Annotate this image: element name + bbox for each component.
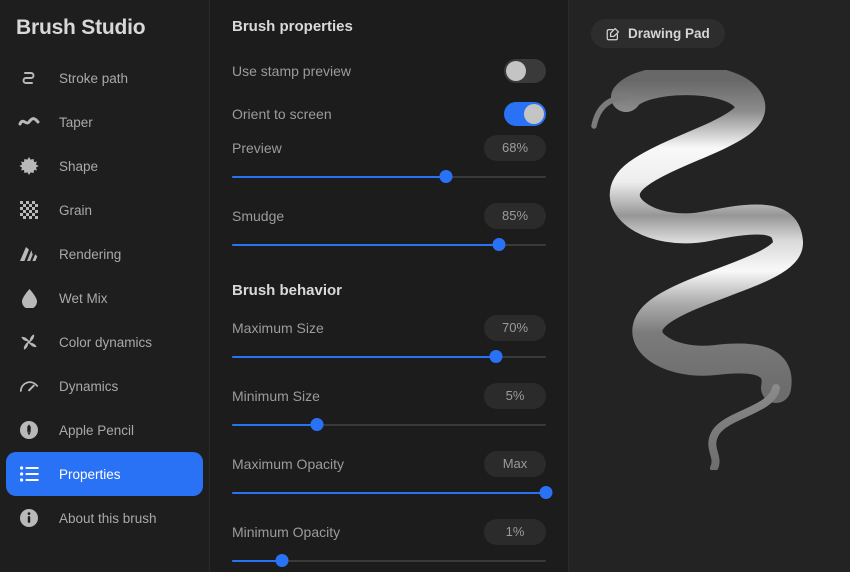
slider-knob[interactable] <box>439 170 453 183</box>
stroke-path-icon <box>18 67 40 89</box>
slider-block: Maximum Opacity Max <box>232 451 553 500</box>
grain-checker-icon <box>18 199 40 221</box>
slider-block: Minimum Size 5% <box>232 383 546 432</box>
slider-fill <box>232 244 499 246</box>
sidebar-item-shape[interactable]: Shape <box>6 144 203 188</box>
slider-track-preview[interactable] <box>232 170 546 184</box>
sidebar-item-taper[interactable]: Taper <box>6 100 203 144</box>
toggle-row: Use stamp preview <box>232 49 546 92</box>
slider-block: Smudge 85% <box>232 203 546 252</box>
sidebar-item-grain[interactable]: Grain <box>6 188 203 232</box>
slider-block: Preview 68% <box>232 135 546 184</box>
drawing-pad-button[interactable]: Drawing Pad <box>591 19 725 48</box>
brush-behavior-title: Brush behavior <box>232 282 343 299</box>
slider-knob[interactable] <box>489 350 503 363</box>
slider-header: Minimum Size 5% <box>232 383 546 409</box>
sidebar-item-label: Rendering <box>59 246 122 262</box>
slider-knob[interactable] <box>275 554 289 567</box>
sidebar-item-wet-mix[interactable]: Wet Mix <box>6 276 203 320</box>
drawing-pad-label: Drawing Pad <box>628 26 710 41</box>
gauge-icon <box>18 375 40 397</box>
toggle-knob <box>506 60 526 81</box>
sidebar-item-label: Stroke path <box>59 70 129 86</box>
color-dynamics-icon <box>18 331 40 353</box>
slider-block: Maximum Size 70% <box>232 315 546 364</box>
rendering-icon <box>18 243 40 265</box>
taper-wave-icon <box>18 111 40 133</box>
slider-track-minimum-opacity[interactable] <box>232 554 546 568</box>
brush-behavior-sliders: Maximum Size 70% Minimum Size 5% Maximum Opa… <box>232 315 553 568</box>
slider-header: Smudge 85% <box>232 203 546 229</box>
edit-square-icon <box>606 27 620 41</box>
slider-label: Minimum Opacity <box>232 524 341 540</box>
sidebar-item-label: Grain <box>59 202 93 218</box>
info-icon <box>18 507 40 529</box>
properties-panel: Brush properties Use stamp preview Orient… <box>210 0 569 572</box>
app-title: Brush Studio <box>16 16 146 39</box>
slider-knob[interactable] <box>539 486 553 499</box>
brush-preview-canvas[interactable] <box>569 70 850 572</box>
apple-pencil-icon <box>18 419 40 441</box>
sidebar: Brush Studio Stroke path Taper Shape Grain R… <box>0 0 210 572</box>
sidebar-item-label: Apple Pencil <box>59 422 135 438</box>
sidebar-item-stroke-path[interactable]: Stroke path <box>6 56 203 100</box>
shape-starburst-icon <box>18 155 40 177</box>
slider-value-pill: 68% <box>484 135 546 161</box>
preview-panel: Drawing Pad <box>569 0 850 572</box>
brush-stroke-preview <box>590 70 803 470</box>
sidebar-item-label: About this brush <box>59 510 157 526</box>
toggle-label: Use stamp preview <box>232 62 352 79</box>
slider-header: Minimum Opacity 1% <box>232 519 546 545</box>
slider-value-pill: Max <box>484 451 546 477</box>
sidebar-item-label: Wet Mix <box>59 290 108 306</box>
brush-properties-sliders: Preview 68% Smudge 85% <box>232 135 546 252</box>
slider-knob[interactable] <box>492 238 506 251</box>
slider-fill <box>232 560 283 562</box>
slider-value-pill: 1% <box>484 519 546 545</box>
sidebar-item-rendering[interactable]: Rendering <box>6 232 203 276</box>
sidebar-item-label: Properties <box>59 466 121 482</box>
toggle-switch-orient-to-screen[interactable] <box>504 101 546 126</box>
toggle-row: Orient to screen <box>232 92 546 135</box>
slider-block: Minimum Opacity 1% <box>232 519 546 568</box>
slider-knob[interactable] <box>310 418 324 431</box>
slider-header: Maximum Size 70% <box>232 315 546 341</box>
sidebar-item-properties[interactable]: Properties <box>6 452 203 496</box>
slider-track-minimum-size[interactable] <box>232 418 546 432</box>
slider-label: Preview <box>232 140 282 156</box>
toggle-knob <box>524 103 544 124</box>
slider-label: Maximum Opacity <box>232 456 345 472</box>
sidebar-item-about-this-brush[interactable]: About this brush <box>6 496 203 540</box>
slider-label: Smudge <box>232 208 285 224</box>
slider-label: Maximum Size <box>232 320 324 336</box>
droplet-icon <box>18 287 40 309</box>
brush-properties-title: Brush properties <box>232 18 353 35</box>
slider-header: Maximum Opacity Max <box>232 451 546 477</box>
slider-value-pill: 5% <box>484 383 546 409</box>
sidebar-nav: Stroke path Taper Shape Grain Rendering Wet M… <box>0 56 209 540</box>
toggle-label: Orient to screen <box>232 105 332 122</box>
slider-fill <box>232 492 546 494</box>
sidebar-item-color-dynamics[interactable]: Color dynamics <box>6 320 203 364</box>
sidebar-item-label: Shape <box>59 158 99 174</box>
slider-value-pill: 85% <box>484 203 546 229</box>
brush-studio-window: Brush Studio Stroke path Taper Shape Grain R… <box>0 0 850 572</box>
slider-label: Minimum Size <box>232 388 320 404</box>
slider-track-smudge[interactable] <box>232 238 546 252</box>
slider-header: Preview 68% <box>232 135 546 161</box>
slider-value-pill: 70% <box>484 315 546 341</box>
toggle-switch-use-stamp-preview[interactable] <box>504 58 546 83</box>
sidebar-item-label: Taper <box>59 114 93 130</box>
slider-fill <box>232 424 317 426</box>
list-icon <box>18 463 40 485</box>
sidebar-item-label: Color dynamics <box>59 334 153 350</box>
sidebar-item-apple-pencil[interactable]: Apple Pencil <box>6 408 203 452</box>
slider-fill <box>232 176 446 178</box>
brush-properties-toggles: Use stamp preview Orient to screen <box>232 49 546 135</box>
slider-track-maximum-size[interactable] <box>232 350 546 364</box>
slider-track-maximum-opacity[interactable] <box>232 486 553 500</box>
sidebar-item-label: Dynamics <box>59 378 119 394</box>
slider-fill <box>232 356 496 358</box>
sidebar-item-dynamics[interactable]: Dynamics <box>6 364 203 408</box>
